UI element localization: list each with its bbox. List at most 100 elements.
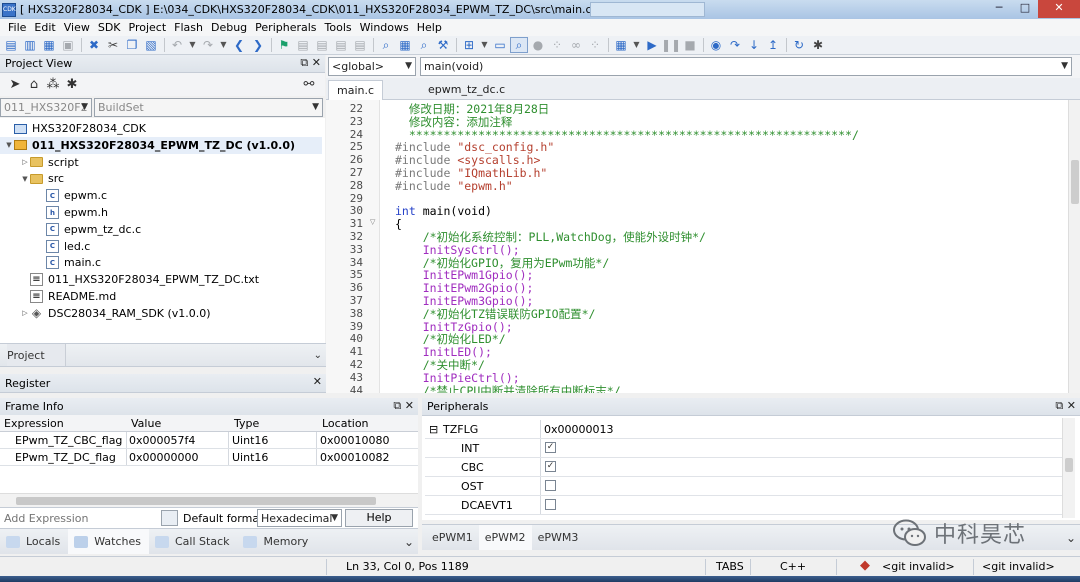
menu-edit[interactable]: Edit <box>30 21 59 34</box>
tree-item[interactable]: ≡ 011_HXS320F28034_EPWM_TZ_DC.txt <box>20 271 259 288</box>
close-file-icon[interactable]: ✖ <box>85 37 103 53</box>
help-button[interactable]: Help <box>345 509 413 527</box>
restart-icon[interactable]: ↻ <box>790 37 808 53</box>
code-line[interactable]: /*禁止CPU中断并清除所有中断标志*/ <box>395 384 621 393</box>
close-button[interactable]: ✕ <box>1038 0 1080 18</box>
flag-checkbox[interactable] <box>545 499 556 510</box>
tree-item[interactable]: h epwm.h <box>36 204 108 221</box>
tab-epwm3[interactable]: ePWM3 <box>532 525 585 550</box>
menu-file[interactable]: File <box>4 21 30 34</box>
download-dropdown-icon[interactable]: ▼ <box>631 37 642 53</box>
menu-help[interactable]: Help <box>413 21 446 34</box>
code-line[interactable]: InitPieCtrl(); <box>395 371 520 385</box>
expand-toggle-icon[interactable]: ▼ <box>4 141 14 149</box>
flag-checkbox[interactable]: ✓ <box>545 461 556 472</box>
run-icon[interactable]: ▶ <box>643 37 661 53</box>
expand-toggle-icon[interactable]: ▷ <box>20 158 30 166</box>
paste-icon[interactable]: ▧ <box>142 37 160 53</box>
step-out-icon[interactable]: ↥ <box>764 37 782 53</box>
bookmark-clear-icon[interactable]: ▤ <box>332 37 350 53</box>
buildset-select[interactable]: BuildSet ▼ <box>94 98 323 117</box>
flag-row-dcaevt1[interactable]: DCAEVT1 <box>425 496 1075 515</box>
new-file-icon[interactable]: ▤ <box>2 37 20 53</box>
menu-view[interactable]: View <box>60 21 94 34</box>
fold-toggle-icon[interactable]: ▽ <box>370 218 375 226</box>
chevron-down-icon[interactable]: ⌄ <box>404 535 414 549</box>
pause-icon[interactable]: ❚❚ <box>661 37 681 53</box>
scrollbar-thumb[interactable] <box>1065 458 1073 472</box>
locate-icon[interactable]: ➤ <box>6 77 24 93</box>
flag-row-cbc[interactable]: CBC ✓ <box>425 458 1075 477</box>
menu-peripherals[interactable]: Peripherals <box>251 21 320 34</box>
tree-icon[interactable]: ⁂ <box>44 77 62 93</box>
navigate-back-icon[interactable]: ❮ <box>230 37 248 53</box>
frame-info-hscroll[interactable] <box>0 493 418 507</box>
column-value[interactable]: Value <box>131 417 161 430</box>
find-in-files-icon[interactable]: ▦ <box>396 37 414 53</box>
column-location[interactable]: Location <box>322 417 369 430</box>
flag-checkbox[interactable]: ✓ <box>545 442 556 453</box>
code-editor[interactable]: 22 23 24 25 26 27 28 29 30 31 ▽ 32 33 34 35 36 37 38 39 40 4… <box>326 100 1080 393</box>
tab-watches[interactable]: Watches <box>68 529 149 554</box>
tree-item[interactable]: ▷ ◈ DSC28034_RAM_SDK (v1.0.0) <box>20 305 210 322</box>
panel-pin-close-icon[interactable]: ⧉ ✕ <box>1055 399 1076 413</box>
code-line[interactable]: /*关中断*/ <box>395 359 485 372</box>
debug-bug-icon[interactable]: ✱ <box>809 37 827 53</box>
cut-icon[interactable]: ✂ <box>104 37 122 53</box>
step-into-icon[interactable]: ↓ <box>745 37 763 53</box>
editor-scrollbar[interactable] <box>1068 100 1080 393</box>
layout-dropdown-icon[interactable]: ▼ <box>479 37 490 53</box>
save-icon[interactable]: ▦ <box>40 37 58 53</box>
value-cell[interactable]: 0x000057f4 <box>129 434 195 447</box>
replace-icon[interactable]: ⌕ <box>415 37 433 53</box>
add-expression-input[interactable] <box>0 509 158 527</box>
panel-pin-close-icon[interactable]: ⧉ ✕ <box>300 56 321 70</box>
tab-main-c[interactable]: main.c <box>328 80 384 100</box>
tab-call-stack[interactable]: Call Stack <box>149 529 237 554</box>
tree-item[interactable]: ▼ 011_HXS320F28034_EPWM_TZ_DC (v1.0.0) <box>0 136 322 154</box>
collapse-icon[interactable]: ⊟ <box>429 423 438 436</box>
expand-toggle-icon[interactable]: ▷ <box>20 309 30 317</box>
code-line[interactable]: InitSysCtrl(); <box>395 243 520 257</box>
undo-icon[interactable]: ↶ <box>168 37 186 53</box>
download-icon[interactable]: ▦ <box>612 37 630 53</box>
redo-icon[interactable]: ↷ <box>199 37 217 53</box>
windows-layout-icon[interactable]: ⊞ <box>460 37 478 53</box>
scope-select[interactable]: <global> ▼ <box>328 57 416 76</box>
link-icon[interactable]: ⚯ <box>300 77 318 93</box>
debug-icon[interactable]: ✱ <box>63 77 81 93</box>
bookmark-prev-icon[interactable]: ▤ <box>294 37 312 53</box>
value-cell[interactable]: 0x00000000 <box>129 451 199 464</box>
build-icon[interactable]: ⚒ <box>434 37 452 53</box>
flag-row-int[interactable]: INT ✓ <box>425 439 1075 458</box>
debug-search-icon[interactable]: ⌕ <box>510 37 528 53</box>
function-select[interactable]: main(void) ▼ <box>420 57 1072 76</box>
navigate-forward-icon[interactable]: ❯ <box>249 37 267 53</box>
reset-icon[interactable]: ◉ <box>707 37 725 53</box>
tab-epwm1[interactable]: ePWM1 <box>422 525 479 550</box>
panel-pin-close-icon[interactable]: ⧉ ✕ <box>393 399 414 413</box>
chevron-down-icon[interactable]: ⌄ <box>314 350 322 361</box>
menu-project[interactable]: Project <box>125 21 171 34</box>
tree-item[interactable]: Cmain.c <box>36 254 101 271</box>
menu-debug[interactable]: Debug <box>207 21 251 34</box>
code-line[interactable]: #include "epwm.h" <box>395 179 513 193</box>
flag-row-ost[interactable]: OST <box>425 477 1075 496</box>
maximize-button[interactable]: □ <box>1012 0 1038 18</box>
breakpoints-icon[interactable]: ⁘ <box>548 37 566 53</box>
git-status[interactable]: <git invalid> <box>982 560 1055 573</box>
expand-toggle-icon[interactable]: ▼ <box>20 175 30 183</box>
code-line[interactable]: 修改内容：添加注释 <box>395 115 513 129</box>
bookmark-list-icon[interactable]: ▤ <box>351 37 369 53</box>
git-branch[interactable]: <git invalid> <box>882 560 955 573</box>
tab-epwm2[interactable]: ePWM2 <box>478 525 532 550</box>
bookmark-next-icon[interactable]: ▤ <box>313 37 331 53</box>
step-over-icon[interactable]: ↷ <box>726 37 744 53</box>
menu-windows[interactable]: Windows <box>356 21 413 34</box>
project-select[interactable]: 011_HXS320F2 ▼ <box>0 98 92 117</box>
flag-checkbox[interactable] <box>545 480 556 491</box>
tree-item[interactable]: ▷ script <box>20 154 78 171</box>
tabs-mode[interactable]: TABS <box>716 560 744 573</box>
project-tab-bar[interactable]: Project ⌄ <box>0 343 326 367</box>
table-row[interactable]: EPwm_TZ_DC_flag 0x00000000 Uint16 0x0001… <box>0 449 418 466</box>
